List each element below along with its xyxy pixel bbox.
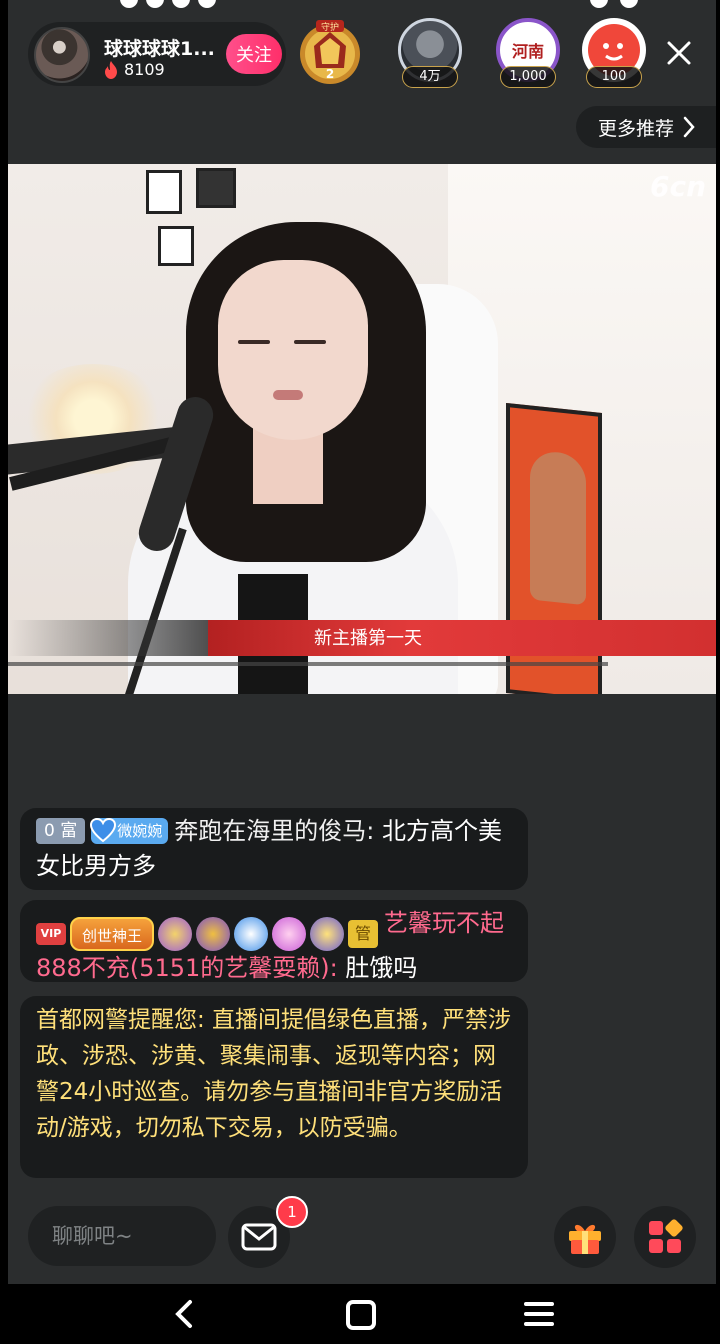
- unread-badge: 1: [276, 1196, 308, 1228]
- video-banner: 新主播第一天: [8, 616, 716, 672]
- chat-username[interactable]: 奔跑在海里的俊马:: [174, 817, 374, 845]
- fan-club-badge: 微婉婉: [90, 817, 169, 844]
- user-medals: VIP 创世神王 管: [36, 917, 379, 951]
- system-navigation-bar: [0, 1284, 720, 1344]
- gift-button[interactable]: [554, 1206, 616, 1268]
- chat-message[interactable]: VIP 创世神王 管 艺馨玩不起888不充(5151的艺馨耍赖): 肚饿吗: [20, 900, 528, 982]
- more-recommend-label: 更多推荐: [598, 117, 675, 140]
- medal-icon: [310, 917, 345, 951]
- anchor-name: 球球球球1...: [104, 38, 215, 60]
- title-badge: 创世神王: [70, 917, 155, 951]
- envelope-icon: [241, 1223, 277, 1251]
- wall-frame: [158, 226, 194, 266]
- chevron-right-icon: [683, 116, 695, 138]
- wall-frame: [146, 170, 182, 214]
- follow-button[interactable]: 关注: [226, 34, 282, 74]
- live-room: 球球球球1... 8109 关注 守护 2 4万 河南 1,000 100 更多…: [8, 0, 716, 1284]
- viewer-avatar[interactable]: 100: [578, 18, 650, 90]
- live-video[interactable]: 6cn 新主播第一天: [8, 164, 716, 694]
- home-icon[interactable]: [344, 1298, 378, 1332]
- viewer-contribution: 100: [586, 66, 642, 88]
- streamer: [218, 260, 368, 440]
- guard-rank-badge[interactable]: 守护 2: [294, 16, 366, 88]
- status-icon: [172, 0, 190, 8]
- status-icon: [120, 0, 138, 8]
- manager-badge: 管: [348, 920, 379, 948]
- watermark-logo: 6cn: [650, 170, 707, 203]
- viewer-contribution: 1,000: [500, 66, 556, 88]
- vip-icon: VIP: [36, 923, 66, 945]
- chat-text: 肚饿吗: [345, 954, 418, 982]
- gift-icon: [569, 1224, 601, 1254]
- anchor-avatar[interactable]: [34, 27, 90, 83]
- anchor-heat: 8109: [104, 60, 165, 79]
- viewer-avatar[interactable]: 4万: [394, 18, 466, 90]
- medal-icon: [196, 917, 231, 951]
- medal-icon: [272, 917, 307, 951]
- more-recommend-button[interactable]: 更多推荐: [576, 106, 716, 148]
- close-icon[interactable]: [662, 36, 696, 70]
- apps-grid-icon: [649, 1219, 683, 1253]
- more-functions-button[interactable]: [634, 1206, 696, 1268]
- viewer-avatar-text: 河南: [511, 42, 544, 61]
- heart-icon: [90, 817, 117, 843]
- notice-text: 首都网警提醒您: 直播间提倡绿色直播，严禁涉政、涉恐、涉黄、聚集闹事、返现等内容…: [36, 1007, 512, 1141]
- fire-icon: [105, 60, 117, 79]
- medal-icon: [234, 917, 269, 951]
- status-icon: [198, 0, 216, 8]
- back-icon[interactable]: [170, 1298, 198, 1330]
- viewer-avatar[interactable]: 河南 1,000: [492, 18, 564, 90]
- menu-icon[interactable]: [522, 1298, 556, 1330]
- rank-number: 2: [326, 67, 334, 81]
- anchor-card[interactable]: 球球球球1... 8109 关注: [28, 22, 286, 86]
- system-notice: 首都网警提醒您: 直播间提倡绿色直播，严禁涉政、涉恐、涉黄、聚集闹事、返现等内容…: [20, 996, 528, 1178]
- status-bar: [8, 0, 716, 10]
- chat-message[interactable]: 0 富微婉婉 奔跑在海里的俊马: 北方高个美女比男方多: [20, 808, 528, 890]
- chat-input[interactable]: 聊聊吧~: [28, 1206, 216, 1266]
- rich-level-badge: 0 富: [36, 818, 86, 844]
- heat-value: 8109: [124, 60, 165, 79]
- status-icon: [590, 0, 608, 8]
- banner-text: 新主播第一天: [314, 628, 422, 649]
- clapperboard: [196, 168, 236, 208]
- status-icon: [146, 0, 164, 8]
- viewer-contribution: 4万: [402, 66, 458, 88]
- rank-label: 守护: [321, 21, 339, 33]
- status-icon: [620, 0, 638, 8]
- medal-icon: [158, 917, 193, 951]
